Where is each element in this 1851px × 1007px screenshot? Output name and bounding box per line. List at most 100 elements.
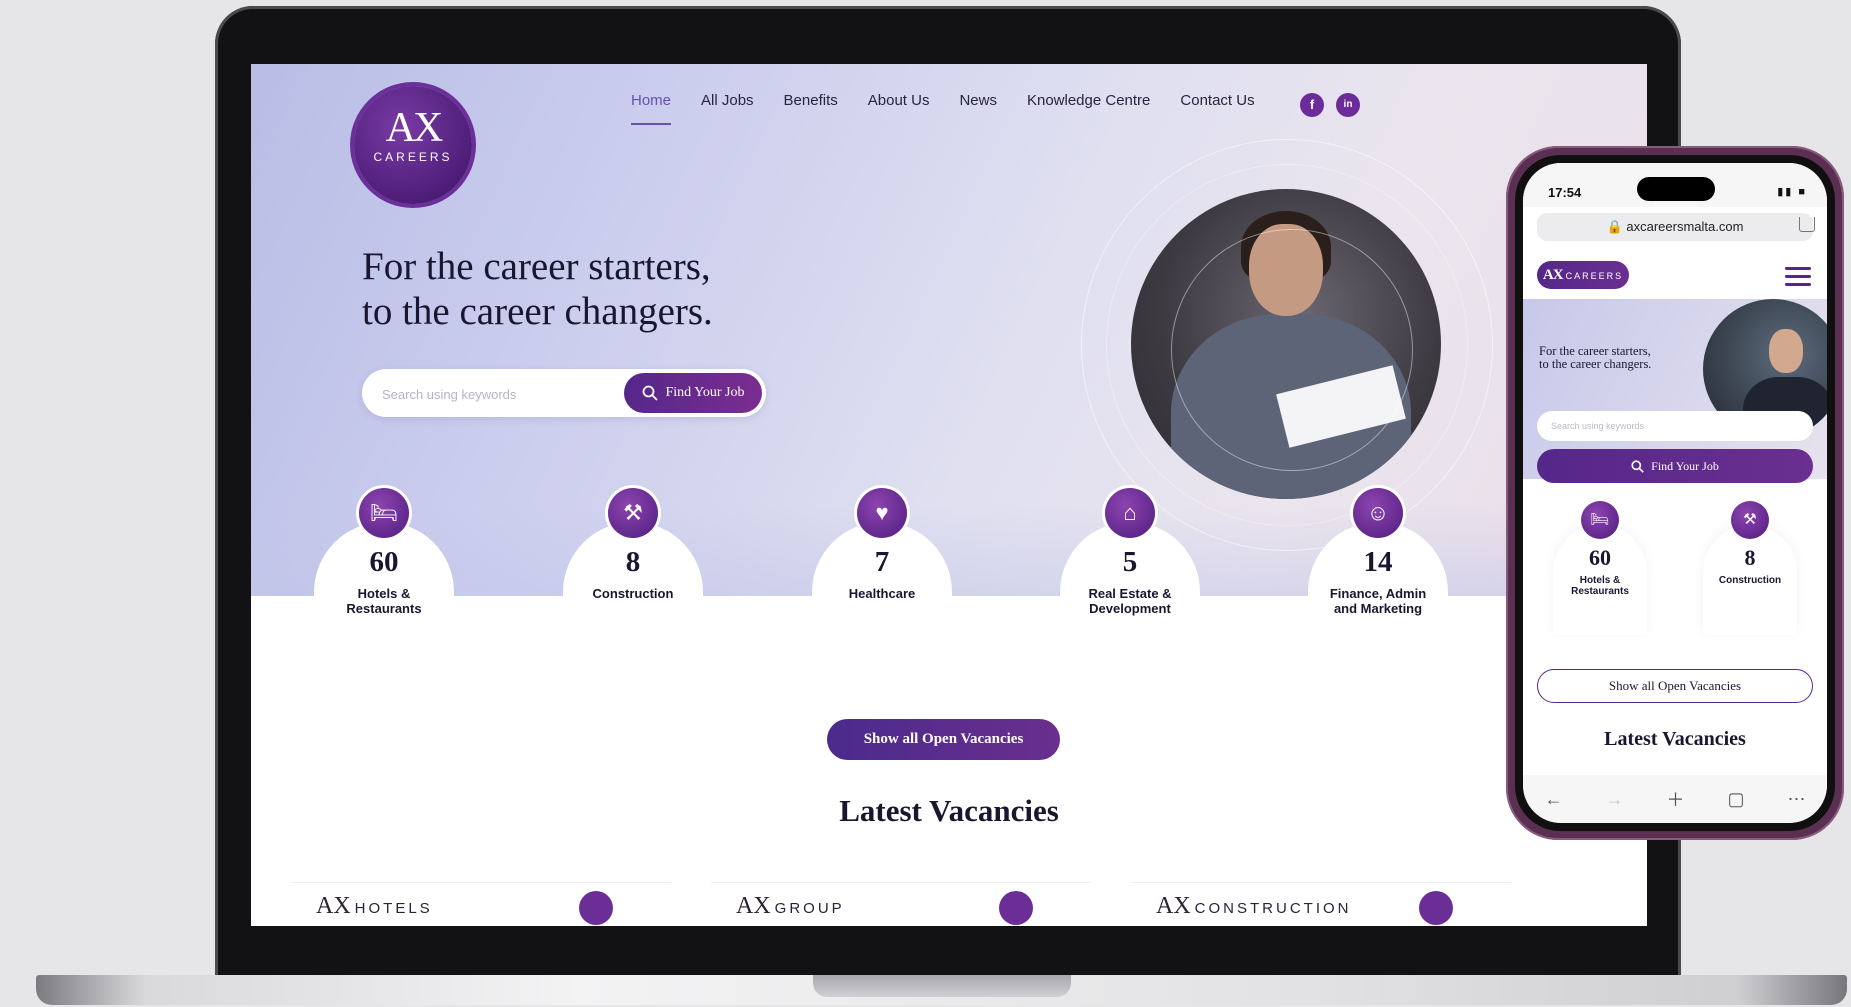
main-nav: Home All Jobs Benefits About Us News Kno…	[631, 92, 1255, 125]
phone-latest-vacancies-title: Latest Vacancies	[1604, 728, 1746, 750]
brand-name: HOTELS	[354, 900, 433, 917]
heart-pulse-icon: ♥	[857, 488, 907, 538]
category-label: Hotels & Restaurants	[346, 586, 422, 616]
worker-icon	[1419, 891, 1453, 925]
browser-toolbar: ← → ＋ ▢ ⋯	[1523, 775, 1827, 823]
brand-name: GROUP	[774, 900, 845, 917]
status-time: 17:54	[1548, 185, 1582, 200]
category-count: 8	[1744, 545, 1756, 570]
vacancy-card[interactable]: AX CONSTRUCTION	[1131, 882, 1511, 926]
phone-frame: 17:54 ▮▮ ■ 🔒 axcareersmalta.com AX CAREER…	[1506, 146, 1844, 840]
logo-mark: AX	[1542, 267, 1564, 283]
find-your-job-label: Find Your Job	[665, 385, 745, 400]
category-count: 14	[1363, 546, 1393, 578]
hero-search: Find Your Job	[362, 369, 766, 419]
nav-knowledge-centre[interactable]: Knowledge Centre	[1027, 92, 1150, 116]
share-icon[interactable]	[1799, 217, 1815, 232]
category-finance-admin-marketing[interactable]: ☺ 14 Finance, Admin and Marketing	[1308, 488, 1448, 672]
category-label: Healthcare	[848, 586, 916, 601]
hero-headline: For the career starters, to the career c…	[362, 244, 882, 334]
nav-contact-us[interactable]: Contact Us	[1180, 92, 1254, 116]
forward-icon[interactable]: →	[1605, 789, 1623, 810]
nav-home[interactable]: Home	[631, 92, 672, 125]
hero-portrait	[1131, 189, 1441, 499]
category-label: Construction	[1718, 575, 1782, 586]
dynamic-island	[1637, 177, 1715, 201]
search-input[interactable]	[380, 369, 624, 419]
more-icon[interactable]: ⋯	[1787, 789, 1805, 810]
vacancy-card[interactable]: AX HOTELS	[291, 882, 671, 926]
phone-hero-headline: For the career starters, to the career c…	[1539, 345, 1719, 371]
category-label: Construction	[592, 586, 674, 601]
nav-about-us[interactable]: About Us	[868, 92, 930, 116]
category-construction[interactable]: ⚒ 8 Construction	[563, 488, 703, 672]
hero-headline-line-2: to the career changers.	[362, 290, 713, 333]
category-healthcare[interactable]: ♥ 7 Healthcare	[812, 488, 952, 672]
portrait-face	[1769, 329, 1803, 373]
phone-status-bar: 17:54 ▮▮ ■	[1523, 163, 1827, 207]
phone-headline-line-2: to the career changers.	[1539, 357, 1652, 371]
category-label: Finance, Admin and Marketing	[1329, 586, 1427, 616]
phone-header: AX CAREERS	[1523, 249, 1827, 299]
category-hotels-restaurants[interactable]: 🛏 60 Hotels & Restaurants	[314, 488, 454, 672]
hero-headline-line-1: For the career starters,	[362, 245, 711, 288]
nav-benefits[interactable]: Benefits	[784, 92, 838, 116]
worker-icon: ⚒	[608, 488, 658, 538]
vacancy-card[interactable]: AX GROUP	[711, 882, 1091, 926]
phone-bezel: 17:54 ▮▮ ■ 🔒 axcareersmalta.com AX CAREER…	[1515, 155, 1835, 831]
bed-icon	[579, 891, 613, 925]
category-count: 60	[369, 546, 399, 578]
lock-icon: 🔒	[1606, 219, 1623, 234]
phone-site-logo[interactable]: AX CAREERS	[1537, 261, 1629, 289]
category-count: 7	[874, 546, 890, 578]
house-icon: ⌂	[1105, 488, 1155, 538]
portrait-ring	[1171, 229, 1413, 471]
tabs-icon[interactable]: ▢	[1727, 789, 1744, 810]
logo-mark: AX	[385, 105, 444, 151]
nav-news[interactable]: News	[959, 92, 997, 116]
desk-person-icon: ☺	[1353, 488, 1403, 538]
find-your-job-label: Find Your Job	[1651, 458, 1719, 473]
bed-icon: 🛏	[1581, 501, 1619, 539]
show-all-vacancies-button[interactable]: Show all Open Vacancies	[827, 719, 1060, 760]
desk-person-icon	[999, 891, 1033, 925]
category-count: 8	[625, 546, 641, 578]
back-icon[interactable]: ←	[1544, 789, 1562, 810]
new-tab-icon[interactable]: ＋	[1666, 786, 1684, 812]
category-count: 60	[1589, 545, 1611, 570]
search-icon	[642, 385, 658, 401]
vacancy-brand: AX HOTELS	[316, 893, 433, 920]
hamburger-menu-icon[interactable]	[1785, 267, 1811, 291]
brand-mark: AX	[1156, 893, 1191, 919]
category-count: 5	[1122, 546, 1138, 578]
search-icon	[1631, 459, 1644, 473]
phone-category-hotels-restaurants[interactable]: 🛏 60 Hotels & Restaurants	[1553, 501, 1647, 635]
latest-vacancies-title: Latest Vacancies	[839, 793, 1059, 828]
browser-url-bar[interactable]: 🔒 axcareersmalta.com	[1537, 213, 1813, 241]
linkedin-icon[interactable]: in	[1336, 93, 1360, 117]
worker-icon: ⚒	[1731, 501, 1769, 539]
category-real-estate[interactable]: ⌂ 5 Real Estate & Development	[1060, 488, 1200, 672]
laptop-notch	[813, 975, 1071, 997]
signal-wifi-battery-icon: ▮▮ ■	[1777, 186, 1807, 198]
brand-name: CONSTRUCTION	[1194, 900, 1352, 917]
vacancy-brand: AX GROUP	[736, 893, 845, 920]
phone-category-construction[interactable]: ⚒ 8 Construction	[1703, 501, 1797, 635]
facebook-icon[interactable]: f	[1300, 93, 1324, 117]
vacancy-brand: AX CONSTRUCTION	[1156, 893, 1352, 920]
phone-search-input[interactable]	[1537, 411, 1813, 441]
phone-show-all-vacancies-button[interactable]: Show all Open Vacancies	[1537, 669, 1813, 703]
phone-find-your-job-button[interactable]: Find Your Job	[1537, 449, 1813, 483]
phone-screen: 17:54 ▮▮ ■ 🔒 axcareersmalta.com AX CAREER…	[1523, 163, 1827, 823]
nav-all-jobs[interactable]: All Jobs	[701, 92, 754, 116]
find-your-job-button[interactable]: Find Your Job	[624, 373, 762, 413]
category-label: Real Estate & Development	[1088, 586, 1172, 616]
laptop-screen: AX CAREERS Home All Jobs Benefits About …	[251, 64, 1647, 926]
url-text: axcareersmalta.com	[1626, 219, 1744, 234]
bed-icon: 🛏	[359, 488, 409, 538]
brand-mark: AX	[736, 893, 771, 919]
brand-mark: AX	[316, 893, 351, 919]
logo-subtitle: CAREERS	[373, 150, 453, 164]
category-label: Hotels & Restaurants	[1571, 575, 1629, 597]
site-logo[interactable]: AX CAREERS	[354, 86, 472, 204]
